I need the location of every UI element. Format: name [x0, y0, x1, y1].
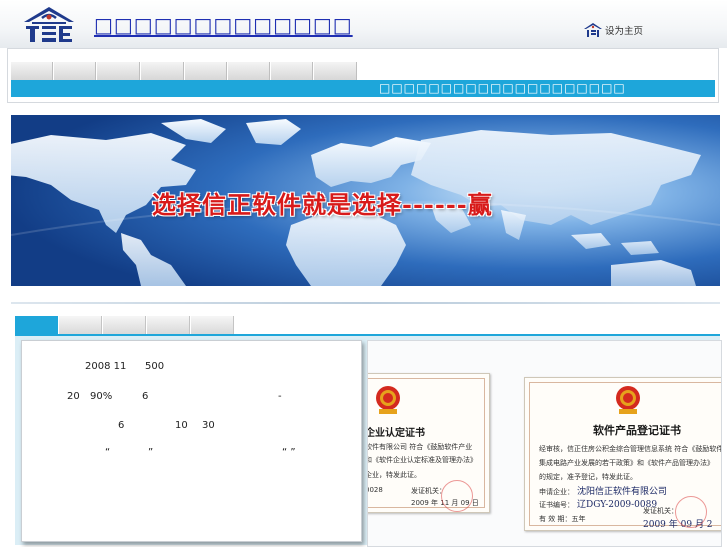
- seal-stamp: [675, 496, 707, 528]
- intro-text: 6: [142, 391, 149, 402]
- certificates-panel: 企业认定证书 软件有限公司 符合《鼓励软件产业 和《软件企业认定标准及管理办法》…: [367, 340, 722, 547]
- certificate-applicant-label: 申请企业：: [539, 488, 574, 496]
- certificate-number-label: 证书编号：: [539, 501, 574, 509]
- intro-text: “: [105, 447, 111, 458]
- certificate-enterprise[interactable]: 企业认定证书 软件有限公司 符合《鼓励软件产业 和《软件企业认定标准及管理办法》…: [367, 373, 490, 513]
- nav-tab-3[interactable]: [97, 62, 140, 80]
- content-tab-5[interactable]: [191, 316, 234, 334]
- divider: [11, 302, 720, 304]
- certificate-line: 和《软件企业认定标准及管理办法》: [367, 456, 477, 464]
- certificate-line: 的规定，准予登记，特发此证。: [539, 473, 637, 481]
- nav-tab-7[interactable]: [271, 62, 313, 80]
- certificate-title: 企业认定证书: [367, 428, 425, 439]
- content-tab-3[interactable]: [103, 316, 146, 334]
- intro-text: ”: [148, 447, 154, 458]
- set-homepage-link[interactable]: 设为主页: [583, 22, 643, 38]
- nav-tab-bar: [11, 62, 358, 80]
- banner-slogan: 选择信正软件就是选择------赢: [152, 190, 493, 219]
- certificate-software-product[interactable]: 软件产品登记证书 经审核，信正住房公积金综合管理信息系统 符合《鼓励软件 集成电…: [524, 377, 722, 531]
- certificate-issuer: 发证机关：: [643, 507, 678, 515]
- header: □□□□□□□□□□□□□ 设为主页: [0, 0, 727, 48]
- nav-marquee-text: □□□□□□□□□□□□□□□□□□□□: [379, 81, 626, 95]
- certificate-line: 集成电路产业发展的若干政策》和《软件产品管理办法》: [539, 459, 714, 467]
- intro-text: 500: [145, 361, 165, 372]
- content-tab-bar: [15, 316, 235, 334]
- nav-tab-4[interactable]: [141, 62, 184, 80]
- certificate-validity: 有 效 期：五年: [539, 515, 586, 523]
- nav-tab-1[interactable]: [11, 62, 53, 80]
- content-tab-1[interactable]: [15, 316, 58, 334]
- content-tab-2[interactable]: [59, 316, 102, 334]
- site-title-link[interactable]: □□□□□□□□□□□□□: [94, 13, 353, 37]
- intro-text: “ ”: [282, 447, 296, 458]
- home-icon: [584, 23, 602, 37]
- nav-marquee-bar: □□□□□□□□□□□□□□□□□□□□: [11, 80, 715, 97]
- certificate-line: 软件有限公司 符合《鼓励软件产业: [367, 443, 473, 451]
- national-emblem-icon: [616, 386, 640, 414]
- intro-text: 10: [175, 420, 188, 431]
- intro-text: 90%: [90, 391, 113, 402]
- certificate-line: 企业，特发此证。: [367, 471, 421, 479]
- company-intro-panel: 2008 11 500 20 90% 6 - 6 10 30 “ ” “ ”: [21, 340, 362, 542]
- content-area: 2008 11 500 20 90% 6 - 6 10 30 “ ” “ ” 企…: [15, 336, 722, 547]
- set-homepage-label: 设为主页: [605, 26, 644, 37]
- national-emblem-icon: [376, 386, 400, 414]
- intro-text: 30: [202, 420, 215, 431]
- main-navigation: □□□□□□□□□□□□□□□□□□□□: [7, 48, 719, 103]
- seal-stamp: [441, 480, 473, 512]
- certificate-line: 经审核，信正住房公积金综合管理信息系统 符合《鼓励软件: [539, 445, 722, 453]
- nav-tab-5[interactable]: [185, 62, 227, 80]
- certificate-applicant: 沈阳信正软件有限公司: [577, 487, 668, 497]
- certificate-number: 0028: [368, 486, 383, 494]
- nav-tab-6[interactable]: [228, 62, 270, 80]
- content-tab-4[interactable]: [147, 316, 190, 334]
- nav-tab-8[interactable]: [314, 62, 357, 80]
- nav-tab-2[interactable]: [54, 62, 96, 80]
- intro-text: 2008 11: [85, 361, 127, 372]
- certificate-title: 软件产品登记证书: [593, 424, 681, 437]
- intro-text: 6: [118, 420, 125, 431]
- intro-text: -: [278, 391, 282, 402]
- hero-banner: 选择信正软件就是选择------赢: [11, 115, 720, 286]
- intro-text: 20: [67, 391, 80, 402]
- house-logo-icon[interactable]: [20, 4, 78, 44]
